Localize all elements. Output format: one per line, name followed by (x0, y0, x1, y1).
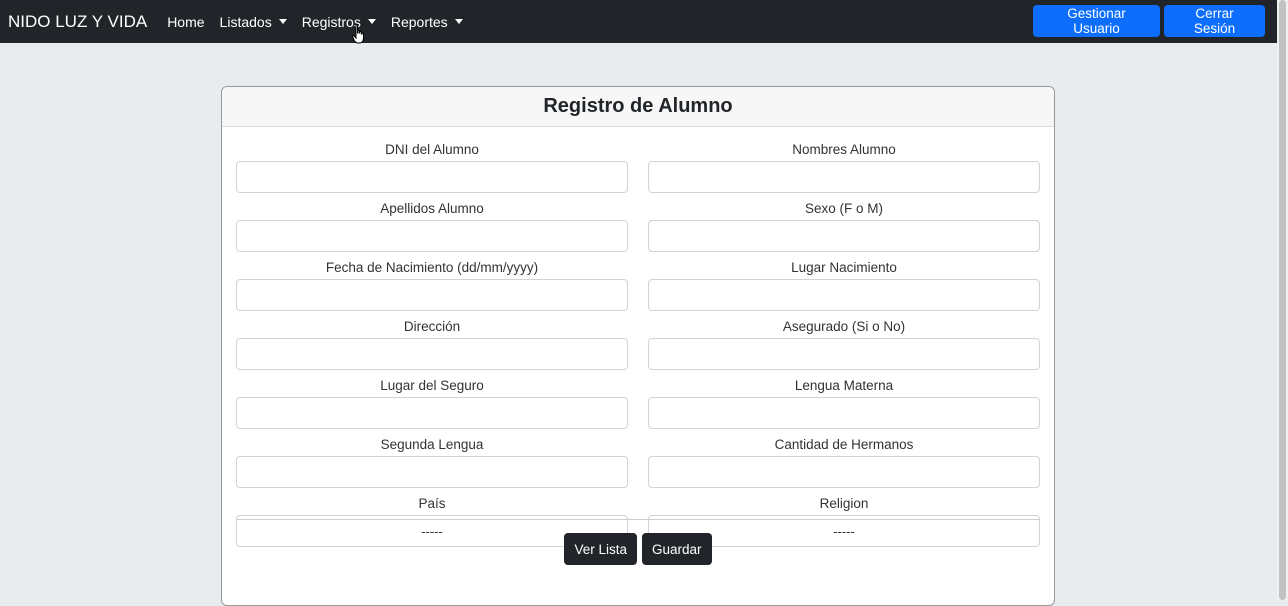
fecha-nacimiento-label: Fecha de Nacimiento (dd/mm/yyyy) (325, 260, 539, 275)
field-nombres: Nombres Alumno (648, 141, 1040, 193)
field-sexo: Sexo (F o M) (648, 200, 1040, 252)
nav-link-label: Home (167, 13, 205, 30)
religion-label: Religion (819, 496, 869, 511)
segunda-lengua-input[interactable] (236, 456, 628, 488)
dni-input[interactable] (236, 161, 628, 193)
guardar-button[interactable]: Guardar (642, 533, 712, 565)
cerrar-sesion-button[interactable]: Cerrar Sesión (1164, 5, 1265, 37)
apellidos-input[interactable] (236, 220, 628, 252)
nombres-label: Nombres Alumno (792, 142, 896, 157)
lugar-nacimiento-label: Lugar Nacimiento (791, 260, 897, 275)
field-segunda-lengua: Segunda Lengua (236, 436, 628, 488)
asegurado-label: Asegurado (Si o No) (782, 319, 906, 334)
field-lengua-materna: Lengua Materna (648, 377, 1040, 429)
lugar-seguro-input[interactable] (236, 397, 628, 429)
registro-alumno-card: Registro de Alumno DNI del Alumno Nombre… (221, 86, 1055, 606)
dni-label: DNI del Alumno (385, 142, 479, 157)
caret-down-icon (278, 19, 287, 24)
field-dni: DNI del Alumno (236, 141, 628, 193)
sexo-label: Sexo (F o M) (804, 201, 883, 216)
cantidad-hermanos-label: Cantidad de Hermanos (774, 437, 914, 452)
nombres-input[interactable] (648, 161, 1040, 193)
lugar-seguro-label: Lugar del Seguro (380, 378, 484, 393)
field-direccion: Dirección (236, 318, 628, 370)
card-header: Registro de Alumno (222, 87, 1054, 127)
nav-dropdown-listados[interactable]: Listados (220, 14, 287, 30)
cantidad-hermanos-input[interactable] (648, 456, 1040, 488)
lugar-nacimiento-input[interactable] (648, 279, 1040, 311)
ver-lista-button[interactable]: Ver Lista (564, 533, 637, 565)
nav-link-label: Listados (219, 13, 272, 30)
form-actions: Ver Lista Guardar (222, 533, 1054, 565)
form-divider (236, 519, 1040, 520)
lengua-materna-label: Lengua Materna (794, 378, 894, 393)
top-navbar: NIDO LUZ Y VIDA Home Listados Registros … (0, 0, 1277, 43)
segunda-lengua-label: Segunda Lengua (380, 437, 484, 452)
fecha-nacimiento-input[interactable] (236, 279, 628, 311)
field-cantidad-hermanos: Cantidad de Hermanos (648, 436, 1040, 488)
field-lugar-nacimiento: Lugar Nacimiento (648, 259, 1040, 311)
pais-label: País (418, 496, 446, 511)
field-asegurado: Asegurado (Si o No) (648, 318, 1040, 370)
lengua-materna-input[interactable] (648, 397, 1040, 429)
direccion-input[interactable] (236, 338, 628, 370)
caret-down-icon (367, 19, 376, 24)
asegurado-input[interactable] (648, 338, 1040, 370)
field-lugar-seguro: Lugar del Seguro (236, 377, 628, 429)
page-title: Registro de Alumno (543, 95, 733, 117)
field-fecha-nacimiento: Fecha de Nacimiento (dd/mm/yyyy) (236, 259, 628, 311)
registro-form: DNI del Alumno Nombres Alumno Apellidos … (236, 141, 1040, 547)
sexo-input[interactable] (648, 220, 1040, 252)
apellidos-label: Apellidos Alumno (380, 201, 484, 216)
brand-logo-text[interactable]: NIDO LUZ Y VIDA (8, 12, 147, 32)
gestionar-usuario-button[interactable]: Gestionar Usuario (1033, 5, 1160, 37)
scrollbar-thumb[interactable] (1279, 0, 1286, 600)
nav-dropdown-reportes[interactable]: Reportes (391, 14, 463, 30)
nav-link-label: Reportes (390, 13, 448, 30)
field-apellidos: Apellidos Alumno (236, 200, 628, 252)
direccion-label: Dirección (403, 319, 461, 334)
caret-down-icon (454, 19, 463, 24)
page-scrollbar[interactable] (1277, 0, 1288, 600)
nav-link-home[interactable]: Home (167, 14, 204, 30)
hand-pointer-icon (352, 24, 364, 44)
navbar-actions: Gestionar Usuario Cerrar Sesión (1033, 5, 1265, 37)
